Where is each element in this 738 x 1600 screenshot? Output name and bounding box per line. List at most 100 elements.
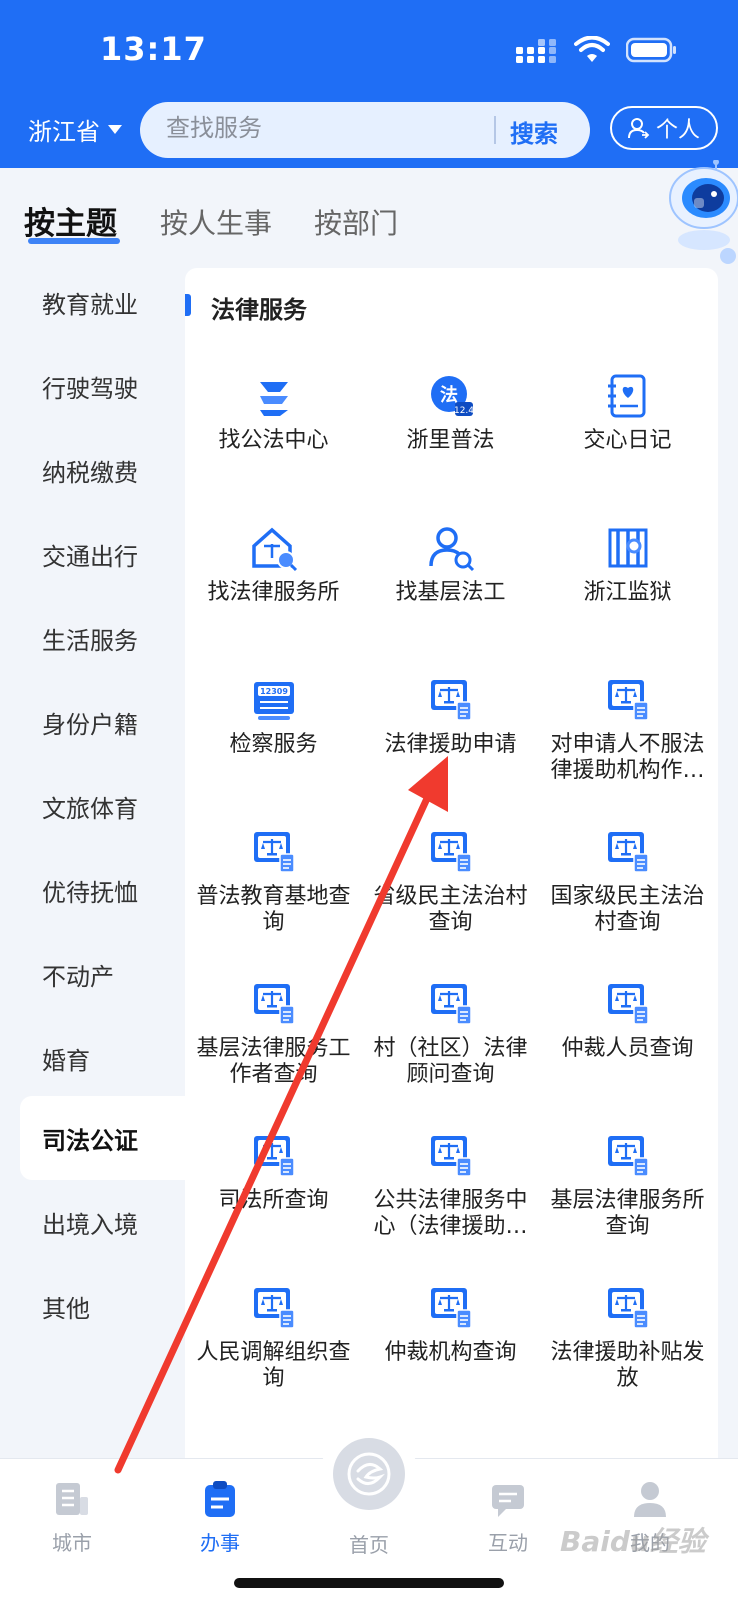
diary-heart-icon [607,374,645,418]
search-input[interactable] [166,114,466,142]
service-label: 找基层法工 [395,580,506,605]
scales-document-icon [604,1132,652,1180]
service-label: 仲裁人员查询 [561,1036,694,1061]
sidebar-item-transport[interactable]: 交通出行 [20,512,185,596]
city-icon [56,1483,88,1515]
wifi-icon [574,36,610,62]
services-panel: 法律服务 找公法中心 法 12.4 浙里普法 交心日记 找法律服务所 找基层法工… [185,268,718,1458]
sidebar-item-driving[interactable]: 行驶驾驶 [20,344,185,428]
service-label: 找法律服务所 [207,580,340,605]
scales-document-icon [604,1284,652,1332]
service-label: 法律援助补贴发放 [550,1340,705,1391]
user-icon [634,1482,666,1517]
sidebar-item-entry-exit[interactable]: 出境入境 [20,1180,185,1264]
scales-document-icon [604,676,652,724]
svg-text:法: 法 [440,384,458,406]
sidebar-item-household-registration[interactable]: 身份户籍 [20,680,185,764]
service-label: 仲裁机构查询 [384,1340,517,1365]
nav-affairs[interactable]: 办事 [170,1479,270,1556]
province-label: 浙江省 [28,118,100,146]
personal-label: 个人 [655,118,700,143]
service-label: 司法所查询 [218,1188,329,1213]
house-search-icon [251,527,297,572]
signal-icon [516,39,556,63]
service-label: 对申请人不服法律援助机构作… [550,732,705,783]
scales-document-icon [250,828,298,876]
service-legal-aid-objection[interactable]: 对申请人不服法律援助机构作… [539,676,716,784]
scales-document-icon [250,1132,298,1180]
service-label: 村（社区）法律顾问查询 [373,1036,528,1087]
service-community-legal-advisor-query[interactable]: 村（社区）法律顾问查询 [362,980,539,1088]
nav-interaction[interactable]: 互动 [458,1479,558,1556]
home-logo-icon [347,1452,391,1496]
home-indicator [234,1578,504,1588]
law-badge-icon: 法 12.4 [430,376,474,416]
service-label: 普法教育基地查询 [196,884,351,935]
sidebar-item-preferential-care[interactable]: 优待抚恤 [20,848,185,932]
service-label: 人民调解组织查询 [196,1340,351,1391]
service-label: 检察服务 [229,732,318,757]
nav-label: 首页 [349,1533,389,1557]
service-zhejiang-prison[interactable]: 浙江监狱 [539,524,716,606]
service-find-grassroots-legal-worker[interactable]: 找基层法工 [362,524,539,606]
nav-city[interactable]: 城市 [22,1479,122,1556]
person-switch-icon [627,118,650,139]
personal-button[interactable]: 个人 [610,106,718,150]
sidebar-item-other[interactable]: 其他 [20,1264,185,1348]
search-box: 搜索 [140,102,590,158]
sidebar-item-life-services[interactable]: 生活服务 [20,596,185,680]
service-label: 国家级民主法治村查询 [550,884,705,935]
tab-by-life-event[interactable]: 按人生事 [160,202,272,242]
status-icons [516,36,678,64]
tab-by-department[interactable]: 按部门 [314,202,398,242]
scales-document-icon [250,980,298,1028]
sidebar-item-marriage-birth[interactable]: 婚育 [20,1016,185,1100]
service-label: 交心日记 [583,428,672,453]
service-find-law-firm[interactable]: 找法律服务所 [185,524,362,606]
province-selector[interactable]: 浙江省 [28,112,122,147]
home-button[interactable] [333,1438,405,1510]
active-tab-underline [28,238,120,244]
scales-document-icon [427,828,475,876]
service-law-education-base-query[interactable]: 普法教育基地查询 [185,828,362,936]
service-legal-aid-application[interactable]: 法律援助申请 [362,676,539,758]
service-arbitrator-query[interactable]: 仲裁人员查询 [539,980,716,1062]
service-label: 找公法中心 [218,428,329,453]
sidebar-item-real-estate[interactable]: 不动产 [20,932,185,1016]
nav-home[interactable]: 首页 [319,1521,419,1558]
service-provincial-rule-of-law-village-query[interactable]: 省级民主法治村查询 [362,828,539,936]
section-title: 法律服务 [211,296,307,324]
service-heart-diary[interactable]: 交心日记 [539,372,716,454]
service-procuratorate[interactable]: 12309 检察服务 [185,676,362,758]
service-zheli-law-education[interactable]: 法 12.4 浙里普法 [362,372,539,454]
scales-document-icon [427,676,475,724]
service-grassroots-law-firm-query[interactable]: 基层法律服务所查询 [539,1132,716,1240]
service-public-legal-service-center[interactable]: 公共法律服务中心（法律援助… [362,1132,539,1240]
service-grassroots-legal-worker-query[interactable]: 基层法律服务工作者查询 [185,980,362,1088]
sidebar-item-judicial-notary[interactable]: 司法公证 [20,1096,185,1180]
scales-document-icon [427,980,475,1028]
service-find-public-law-center[interactable]: 找公法中心 [185,372,362,454]
service-mediation-organization-query[interactable]: 人民调解组织查询 [185,1284,362,1392]
sidebar-item-education-employment[interactable]: 教育就业 [20,260,185,344]
person-search-icon [428,527,474,572]
sidebar-item-tax[interactable]: 纳税缴费 [20,428,185,512]
service-national-rule-of-law-village-query[interactable]: 国家级民主法治村查询 [539,828,716,936]
nav-label: 城市 [52,1531,92,1555]
search-button[interactable]: 搜索 [510,114,558,149]
service-legal-aid-subsidy[interactable]: 法律援助补贴发放 [539,1284,716,1392]
nav-label: 互动 [488,1531,528,1555]
sidebar-item-culture-sports[interactable]: 文旅体育 [20,764,185,848]
service-label: 公共法律服务中心（法律援助… [373,1188,528,1239]
battery-icon [626,37,676,63]
svg-text:12309: 12309 [260,687,288,696]
service-judicial-office-query[interactable]: 司法所查询 [185,1132,362,1214]
robot-assistant-icon[interactable] [664,160,738,280]
scales-document-icon [250,1284,298,1332]
tab-by-theme[interactable]: 按主题 [24,198,117,243]
service-label: 基层法律服务所查询 [550,1188,705,1239]
watermark: Baidu经验 [560,1525,706,1558]
service-arbitration-institution-query[interactable]: 仲裁机构查询 [362,1284,539,1366]
search-row: 浙江省 搜索 个人 [0,100,738,160]
caret-down-icon [108,124,122,134]
